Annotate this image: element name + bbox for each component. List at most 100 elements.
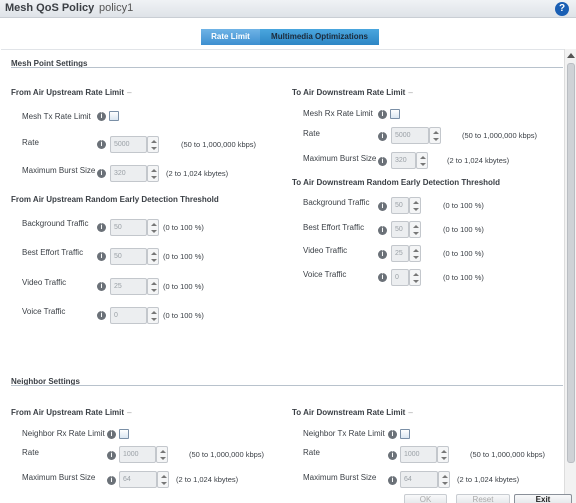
upstream-rate-label: Rate: [22, 138, 39, 147]
spinner-buttons[interactable]: [438, 471, 450, 488]
neighbor-rx-rate-limit-checkbox[interactable]: [119, 429, 129, 439]
spinner-buttons[interactable]: [416, 152, 428, 169]
downstream-video-traffic-spinner[interactable]: 25: [391, 245, 421, 262]
downstream-rate-spinner[interactable]: 5000: [391, 127, 441, 144]
scroll-up-arrow-icon[interactable]: [566, 51, 575, 60]
downstream-red-title: To Air Downstream Random Early Detection…: [292, 178, 501, 187]
spinner-buttons[interactable]: [147, 248, 159, 265]
neighbor-upstream-burst-hint: (2 to 1,024 kbytes): [176, 475, 239, 484]
info-icon: i: [97, 252, 106, 261]
neighbor-downstream-burst-spinner[interactable]: 64: [400, 471, 450, 488]
spinner-buttons[interactable]: [147, 219, 159, 236]
upstream-rate-spinner[interactable]: 5000: [110, 136, 159, 153]
downstream-video-traffic-label: Video Traffic: [303, 246, 348, 255]
info-icon: i: [378, 110, 387, 119]
info-icon: i: [378, 273, 387, 282]
tab-multimedia-optimizations[interactable]: Multimedia Optimizations: [260, 29, 379, 45]
downstream-rate-hint: (50 to 1,000,000 kbps): [462, 131, 538, 140]
info-icon: i: [107, 476, 116, 485]
info-icon: i: [107, 451, 116, 460]
tab-rate-limit[interactable]: Rate Limit: [201, 29, 260, 45]
spinner-buttons[interactable]: [157, 471, 169, 488]
spinner-buttons[interactable]: [147, 136, 159, 153]
title-bar: Mesh QoS Policy policy1 ?: [0, 0, 576, 18]
policy-name: policy1: [99, 2, 134, 14]
neighbor-upstream-rate-spinner[interactable]: 1000: [119, 446, 168, 463]
mesh-tx-rate-limit-checkbox[interactable]: [109, 111, 119, 121]
info-icon: i: [378, 202, 387, 211]
upstream-best-effort-traffic-hint: (0 to 100 %): [163, 252, 204, 261]
neighbor-downstream-burst-label: Maximum Burst Size: [303, 473, 377, 482]
info-icon: i: [378, 250, 387, 259]
neighbor-tx-rate-limit-checkbox[interactable]: [400, 429, 410, 439]
reset-button[interactable]: Reset: [456, 494, 510, 503]
spinner-buttons[interactable]: [409, 269, 421, 286]
upstream-video-traffic-label: Video Traffic: [22, 278, 67, 287]
neighbor-downstream-rate-label: Rate: [303, 448, 320, 457]
downstream-rate-title: To Air Downstream Rate Limit –: [292, 88, 413, 97]
info-icon: i: [107, 430, 116, 439]
downstream-burst-spinner[interactable]: 320: [391, 152, 428, 169]
neighbor-upstream-burst-label: Maximum Burst Size: [22, 473, 96, 482]
info-icon: i: [97, 282, 106, 291]
info-icon: i: [97, 112, 106, 121]
upstream-voice-traffic-label: Voice Traffic: [22, 307, 66, 316]
neighbor-rx-rate-limit-label: Neighbor Rx Rate Limit: [22, 429, 105, 438]
spinner-buttons[interactable]: [429, 127, 441, 144]
help-icon[interactable]: ?: [555, 2, 569, 16]
downstream-background-traffic-spinner[interactable]: 50: [391, 197, 421, 214]
ok-button[interactable]: OK: [404, 494, 447, 503]
upstream-burst-label: Maximum Burst Size: [22, 166, 96, 175]
neighbor-downstream-rate-hint: (50 to 1,000,000 kbps): [470, 450, 546, 459]
upstream-background-traffic-hint: (0 to 100 %): [163, 223, 204, 232]
info-icon: i: [97, 223, 106, 232]
neighbor-upstream-rate-label: Rate: [22, 448, 39, 457]
downstream-burst-label: Maximum Burst Size: [303, 154, 377, 163]
upstream-rate-hint: (50 to 1,000,000 kbps): [181, 140, 257, 149]
section-divider: [11, 385, 563, 386]
spinner-buttons[interactable]: [409, 197, 421, 214]
neighbor-downstream-rate-spinner[interactable]: 1000: [400, 446, 449, 463]
tab-bar: Rate Limit Multimedia Optimizations: [201, 29, 379, 45]
mesh-rx-rate-limit-checkbox[interactable]: [390, 109, 400, 119]
neighbor-upstream-rate-hint: (50 to 1,000,000 kbps): [189, 450, 265, 459]
spinner-buttons[interactable]: [147, 307, 159, 324]
spinner-buttons[interactable]: [437, 446, 449, 463]
neighbor-downstream-rate-title: To Air Downstream Rate Limit –: [292, 408, 413, 417]
downstream-background-traffic-label: Background Traffic: [303, 198, 370, 207]
spinner-buttons[interactable]: [409, 245, 421, 262]
spinner-buttons[interactable]: [147, 278, 159, 295]
downstream-video-traffic-hint: (0 to 100 %): [443, 249, 484, 258]
upstream-best-effort-traffic-label: Best Effort Traffic: [22, 248, 84, 257]
upstream-voice-traffic-hint: (0 to 100 %): [163, 311, 204, 320]
page-title: Mesh QoS Policy: [5, 2, 95, 14]
neighbor-upstream-burst-spinner[interactable]: 64: [119, 471, 169, 488]
section-divider: [11, 67, 563, 68]
downstream-best-effort-traffic-hint: (0 to 100 %): [443, 225, 484, 234]
spinner-buttons[interactable]: [409, 221, 421, 238]
downstream-voice-traffic-spinner[interactable]: 0: [391, 269, 421, 286]
exit-button[interactable]: Exit: [514, 494, 572, 503]
downstream-best-effort-traffic-spinner[interactable]: 50: [391, 221, 421, 238]
downstream-rate-label: Rate: [303, 129, 320, 138]
info-icon: i: [388, 476, 397, 485]
spinner-buttons[interactable]: [156, 446, 168, 463]
upstream-background-traffic-label: Background Traffic: [22, 219, 89, 228]
info-icon: i: [97, 311, 106, 320]
scroll-thumb[interactable]: [567, 63, 575, 463]
upstream-burst-spinner[interactable]: 320: [110, 165, 159, 182]
info-icon: i: [97, 169, 106, 178]
upstream-voice-traffic-spinner[interactable]: 0: [110, 307, 159, 324]
upstream-best-effort-traffic-spinner[interactable]: 50: [110, 248, 159, 265]
info-icon: i: [388, 430, 397, 439]
upstream-rate-title: From Air Upstream Rate Limit –: [11, 88, 132, 97]
upstream-video-traffic-spinner[interactable]: 25: [110, 278, 159, 295]
info-icon: i: [378, 157, 387, 166]
content-panel: Mesh Point Settings From Air Upstream Ra…: [1, 49, 564, 503]
info-icon: i: [388, 451, 397, 460]
neighbor-tx-rate-limit-label: Neighbor Tx Rate Limit: [303, 429, 385, 438]
spinner-buttons[interactable]: [147, 165, 159, 182]
vertical-scrollbar[interactable]: [564, 49, 576, 503]
upstream-background-traffic-spinner[interactable]: 50: [110, 219, 159, 236]
neighbor-upstream-rate-title: From Air Upstream Rate Limit –: [11, 408, 132, 417]
